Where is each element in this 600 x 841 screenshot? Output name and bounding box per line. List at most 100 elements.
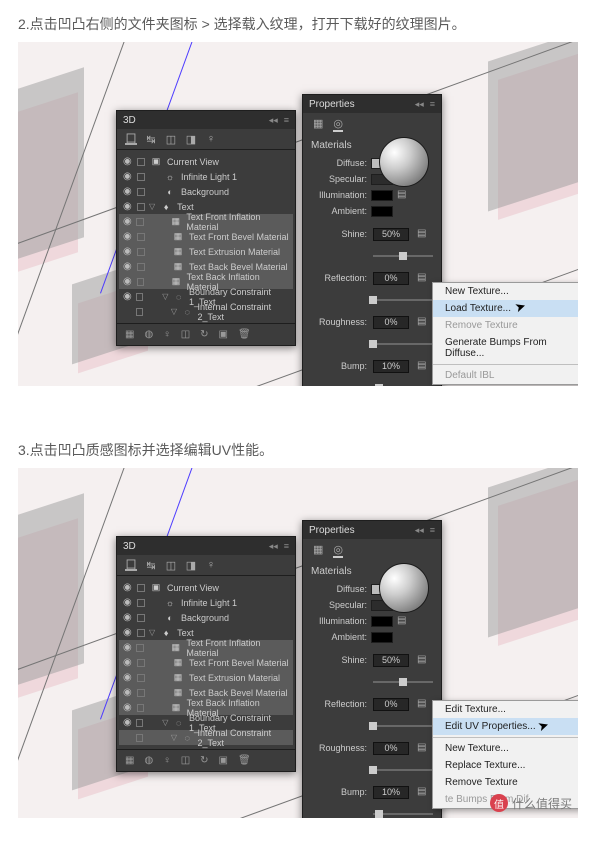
eye-icon[interactable]: ◉ (123, 157, 133, 167)
tab-grid-icon[interactable]: 囗 (125, 133, 137, 145)
folder-icon[interactable]: ▤ (417, 273, 429, 283)
reflection-value[interactable]: 0% (373, 272, 409, 285)
bump-folder-icon[interactable]: ▤ (417, 787, 429, 797)
tree-material-front-bevel[interactable]: ◉▦Text Front Bevel Material (119, 229, 293, 244)
tree-infinite-light[interactable]: ◉☼Infinite Light 1 (119, 595, 293, 610)
tool-icon[interactable]: ↻ (200, 755, 208, 766)
panel-menu-icon[interactable]: ≡ (430, 525, 435, 536)
illumination-swatch[interactable] (371, 616, 393, 627)
collapse-icon[interactable]: ◂◂ (269, 115, 278, 126)
tab-mesh-icon[interactable]: ▦ (313, 543, 323, 558)
ambient-swatch[interactable] (371, 632, 393, 643)
tree-internal-constraint[interactable]: ▽◌Internal Constraint 2_Text (119, 304, 293, 319)
folder-icon[interactable]: ▤ (417, 699, 429, 709)
eye-icon[interactable]: ◉ (123, 172, 133, 182)
menu-replace-texture[interactable]: Replace Texture... (433, 757, 578, 774)
tab-mesh-icon[interactable]: ▦ (313, 117, 323, 132)
panel-menu-icon[interactable]: ≡ (430, 99, 435, 110)
tool-icon[interactable]: ◫ (181, 329, 190, 340)
eye-icon[interactable]: ◉ (123, 217, 132, 227)
eye-icon[interactable]: ◉ (123, 202, 133, 212)
folder-icon[interactable]: ▤ (417, 655, 429, 665)
tree-background[interactable]: ◉◐Background (119, 184, 293, 199)
tree-internal-constraint[interactable]: ▽◌Internal Constraint 2_Text (119, 730, 293, 745)
tree-material-front-inflation[interactable]: ◉▦Text Front Inflation Material (119, 214, 293, 229)
collapse-icon[interactable]: ◂◂ (269, 541, 278, 552)
tool-icon[interactable]: ◫ (181, 755, 190, 766)
panel-3d: 3D ◂◂≡ 囗 ↹ ◫ ◨ ♀ ◉▣Current View ◉☼Infini… (116, 536, 296, 772)
bump-folder-icon[interactable]: ▤ (417, 361, 429, 371)
tool-icon[interactable]: ▣ (219, 755, 228, 766)
menu-edit-uv[interactable]: Edit UV Properties... (433, 718, 578, 735)
tree-material-extrusion[interactable]: ◉▦Text Extrusion Material (119, 670, 293, 685)
tab-light-icon[interactable]: ♀ (205, 559, 217, 571)
panel-menu-icon[interactable]: ≡ (284, 541, 289, 552)
trash-icon[interactable]: 🗑 (238, 755, 251, 766)
tab-cube1-icon[interactable]: ◫ (165, 133, 177, 145)
menu-remove-texture[interactable]: Remove Texture (433, 774, 578, 791)
tree-background[interactable]: ◉◐Background (119, 610, 293, 625)
collapse-icon[interactable]: ◂◂ (415, 99, 424, 110)
chevron-down-icon[interactable]: ▽ (149, 202, 155, 211)
menu-default-ibl[interactable]: Default IBL (433, 367, 578, 384)
tab-material-icon[interactable]: ◎ (333, 117, 343, 132)
slider-roughness[interactable]: Roughness:0%▤ (303, 311, 441, 333)
menu-remove-texture[interactable]: Remove Texture (433, 317, 578, 334)
tool-icon[interactable]: ▣ (219, 329, 228, 340)
material-preview-sphere (379, 563, 429, 613)
slider-reflection[interactable]: Reflection:0%▤ (303, 267, 441, 289)
tree-material-front-bevel[interactable]: ◉▦Text Front Bevel Material (119, 655, 293, 670)
shine-value[interactable]: 50% (373, 228, 409, 241)
tab-material-icon[interactable]: ◎ (333, 543, 343, 558)
tree-material-front-inflation[interactable]: ◉▦Text Front Inflation Material (119, 640, 293, 655)
tab-pan-icon[interactable]: ↹ (145, 559, 157, 571)
eye-icon[interactable]: ◉ (123, 262, 133, 272)
trash-icon[interactable]: 🗑 (238, 329, 251, 340)
tree-material-extrusion[interactable]: ◉▦Text Extrusion Material (119, 244, 293, 259)
folder-icon[interactable]: ▤ (417, 743, 429, 753)
chevron-down-icon[interactable]: ▽ (171, 307, 177, 316)
ambient-swatch[interactable] (371, 206, 393, 217)
tool-icon[interactable]: ♀ (163, 755, 171, 766)
slider-bump[interactable]: Bump:10%▤ (303, 355, 441, 377)
folder-icon[interactable]: ▤ (397, 190, 409, 200)
folder-icon[interactable]: ▤ (417, 229, 429, 239)
menu-new-texture[interactable]: New Texture... (433, 283, 578, 300)
tool-icon[interactable]: ♀ (163, 329, 171, 340)
tool-icon[interactable]: ▦ (125, 329, 134, 340)
tab-grid-icon[interactable]: 囗 (125, 559, 137, 571)
bump-value[interactable]: 10% (373, 360, 409, 373)
shine-slider[interactable] (373, 255, 433, 257)
eye-icon[interactable]: ◉ (123, 292, 132, 302)
chevron-down-icon[interactable]: ▽ (162, 292, 168, 301)
tool-icon[interactable]: ▦ (125, 755, 134, 766)
roughness-value[interactable]: 0% (373, 316, 409, 329)
tree-infinite-light[interactable]: ◉☼Infinite Light 1 (119, 169, 293, 184)
menu-new-texture[interactable]: New Texture... (433, 740, 578, 757)
eye-icon[interactable]: ◉ (123, 247, 133, 257)
roughness-slider[interactable] (373, 343, 433, 345)
tab-light-icon[interactable]: ♀ (205, 133, 217, 145)
menu-edit-texture[interactable]: Edit Texture... (433, 701, 578, 718)
tab-cube2-icon[interactable]: ◨ (185, 559, 197, 571)
eye-icon[interactable]: ◉ (123, 232, 133, 242)
slider-shine[interactable]: Shine:50%▤ (303, 223, 441, 245)
tree-current-view[interactable]: ◉▣Current View (119, 580, 293, 595)
tool-icon[interactable]: ↻ (200, 329, 208, 340)
eye-icon[interactable]: ◉ (123, 277, 133, 287)
tree-current-view[interactable]: ◉▣Current View (119, 154, 293, 169)
folder-icon[interactable]: ▤ (417, 317, 429, 327)
tab-cube1-icon[interactable]: ◫ (165, 559, 177, 571)
menu-load-texture[interactable]: Load Texture... (433, 300, 578, 317)
tool-icon[interactable]: ◍ (144, 329, 153, 340)
folder-icon[interactable]: ▤ (397, 616, 409, 626)
tab-pan-icon[interactable]: ↹ (145, 133, 157, 145)
reflection-slider[interactable] (373, 299, 433, 301)
collapse-icon[interactable]: ◂◂ (415, 525, 424, 536)
eye-icon[interactable]: ◉ (123, 187, 133, 197)
illumination-swatch[interactable] (371, 190, 393, 201)
tab-cube2-icon[interactable]: ◨ (185, 133, 197, 145)
panel-menu-icon[interactable]: ≡ (284, 115, 289, 126)
tool-icon[interactable]: ◍ (144, 755, 153, 766)
menu-generate-bumps[interactable]: Generate Bumps From Diffuse... (433, 334, 578, 362)
